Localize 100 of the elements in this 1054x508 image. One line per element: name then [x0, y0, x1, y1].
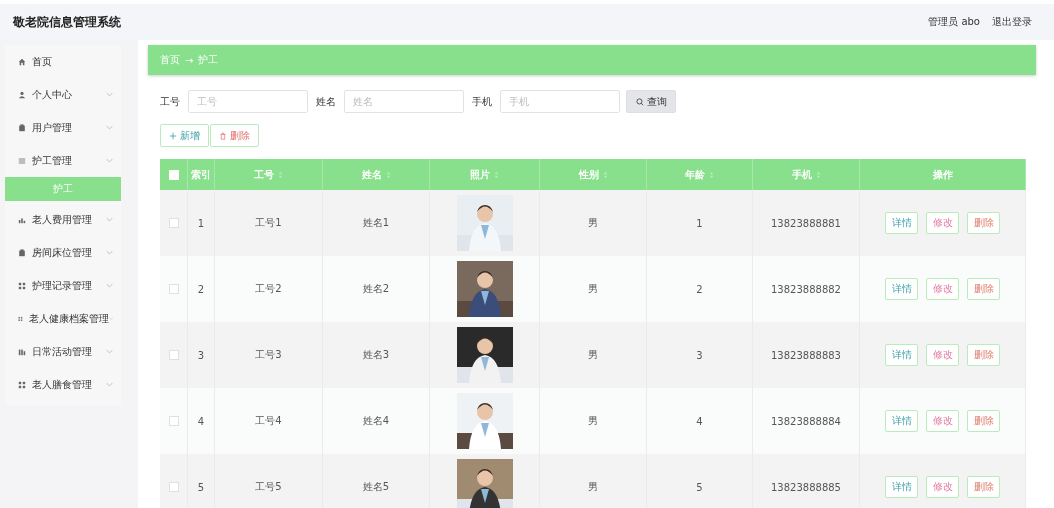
search-button[interactable]: 查询 [626, 90, 676, 113]
search-field[interactable]: 工号 [188, 90, 308, 113]
chevron-icon [106, 250, 113, 255]
menu-item[interactable]: 老人膳食管理 [5, 368, 121, 401]
column-header: 照片 [470, 167, 490, 182]
row-checkbox[interactable] [168, 482, 179, 492]
table-cell: 工号5 [255, 480, 282, 494]
edit-button[interactable]: 修改 [926, 410, 959, 432]
sort-icon[interactable] [494, 170, 499, 179]
edit-button[interactable]: 修改 [926, 476, 959, 498]
edit-button[interactable]: 修改 [926, 278, 959, 300]
row-checkbox[interactable] [168, 350, 179, 360]
sort-icon[interactable] [278, 170, 283, 179]
menu-item[interactable]: 护工管理 [5, 144, 121, 177]
bars-icon [18, 347, 26, 356]
breadcrumb-separator: → [185, 54, 194, 66]
detail-button[interactable]: 详情 [885, 410, 918, 432]
table-cell: 13823888884 [771, 415, 841, 427]
menu-item[interactable]: 个人中心 [5, 78, 121, 111]
search-icon [635, 97, 644, 106]
app-title: 敬老院信息管理系统 [13, 13, 121, 31]
table-cell: 2 [696, 283, 703, 295]
delete-button[interactable]: 删除 [967, 212, 1000, 234]
sort-icon[interactable] [602, 170, 608, 179]
chevron-icon [106, 382, 113, 387]
menu-item[interactable]: 日常活动管理 [5, 335, 121, 368]
table-cell: 5 [696, 481, 703, 493]
row-checkbox[interactable] [168, 416, 179, 426]
table-cell: 男 [588, 216, 598, 230]
table-cell: 姓名4 [362, 414, 390, 428]
plus-icon [169, 131, 177, 140]
delete-button[interactable]: 删除 [967, 278, 1000, 300]
grid-icon [18, 314, 23, 323]
table-cell: 13823888881 [771, 217, 841, 229]
user-icon [18, 90, 26, 99]
table-cell: 工号4 [255, 414, 282, 428]
table-cell: 5 [197, 481, 205, 493]
menu-item[interactable]: 首页 [5, 45, 121, 78]
delete-button[interactable]: 删除 [967, 344, 1000, 366]
table-cell: 姓名2 [362, 282, 390, 296]
edit-button[interactable]: 修改 [926, 212, 959, 234]
table-cell: 姓名1 [362, 216, 390, 230]
chevron-icon [106, 283, 113, 288]
menu-item[interactable]: 护理记录管理 [5, 269, 121, 302]
detail-button[interactable]: 详情 [885, 344, 918, 366]
detail-button[interactable]: 详情 [885, 278, 918, 300]
chevron-icon [106, 125, 113, 130]
breadcrumb-current: 护工 [198, 53, 219, 67]
table-cell: 工号1 [255, 216, 282, 230]
grid-icon [18, 380, 26, 389]
select-all-checkbox[interactable] [168, 169, 179, 180]
delete-button[interactable]: 删除 [210, 124, 259, 147]
search-field[interactable]: 姓名 [344, 90, 464, 113]
column-header: 年龄 [685, 167, 705, 182]
chevron-icon [106, 92, 113, 97]
chart-icon [18, 215, 26, 224]
menu-item[interactable]: 房间床位管理 [5, 236, 121, 269]
delete-button[interactable]: 删除 [967, 410, 1000, 432]
table-cell: 男 [588, 414, 598, 428]
chevron-icon [108, 316, 113, 321]
chevron-icon [106, 158, 113, 163]
menu-item[interactable]: 老人费用管理 [5, 203, 121, 236]
menu-item[interactable]: 老人健康档案管理 [5, 302, 121, 335]
logout-link[interactable]: 退出登录 [992, 15, 1032, 29]
column-header: 手机 [791, 167, 812, 182]
row-checkbox[interactable] [168, 284, 179, 294]
table-cell: 13823888885 [771, 481, 841, 493]
sort-icon[interactable] [385, 170, 391, 179]
table-cell: 3 [696, 349, 703, 361]
menu-item[interactable]: 用户管理 [5, 111, 121, 144]
trash-icon [219, 131, 227, 140]
table-cell: 工号3 [255, 348, 282, 362]
user-name: 管理员 abo [928, 15, 980, 29]
home-icon [18, 57, 26, 66]
table-cell: 男 [588, 348, 598, 362]
table-cell: 3 [197, 349, 205, 361]
table-cell: 姓名5 [362, 480, 390, 494]
field-label: 姓名 [316, 94, 336, 109]
table-cell: 13823888882 [771, 283, 841, 295]
search-field[interactable]: 手机 [500, 90, 620, 113]
column-header: 索引 [191, 167, 211, 182]
table-cell: 2 [197, 283, 205, 295]
edit-button[interactable]: 修改 [926, 344, 959, 366]
sort-icon[interactable] [815, 170, 821, 179]
detail-button[interactable]: 详情 [885, 476, 918, 498]
chevron-icon [106, 349, 113, 354]
table-cell: 男 [588, 480, 598, 494]
field-label: 工号 [160, 94, 180, 109]
row-checkbox[interactable] [168, 218, 179, 228]
box-icon [18, 123, 26, 132]
table-cell: 工号2 [255, 282, 282, 296]
table-cell: 男 [588, 282, 598, 296]
detail-button[interactable]: 详情 [885, 212, 918, 234]
delete-button[interactable]: 删除 [967, 476, 1000, 498]
table-cell: 13823888883 [771, 349, 841, 361]
column-header: 操作 [932, 167, 953, 182]
sort-icon[interactable] [709, 170, 714, 179]
add-button[interactable]: 新增 [160, 124, 209, 147]
grid-icon [18, 281, 26, 290]
column-header: 工号 [254, 167, 274, 182]
